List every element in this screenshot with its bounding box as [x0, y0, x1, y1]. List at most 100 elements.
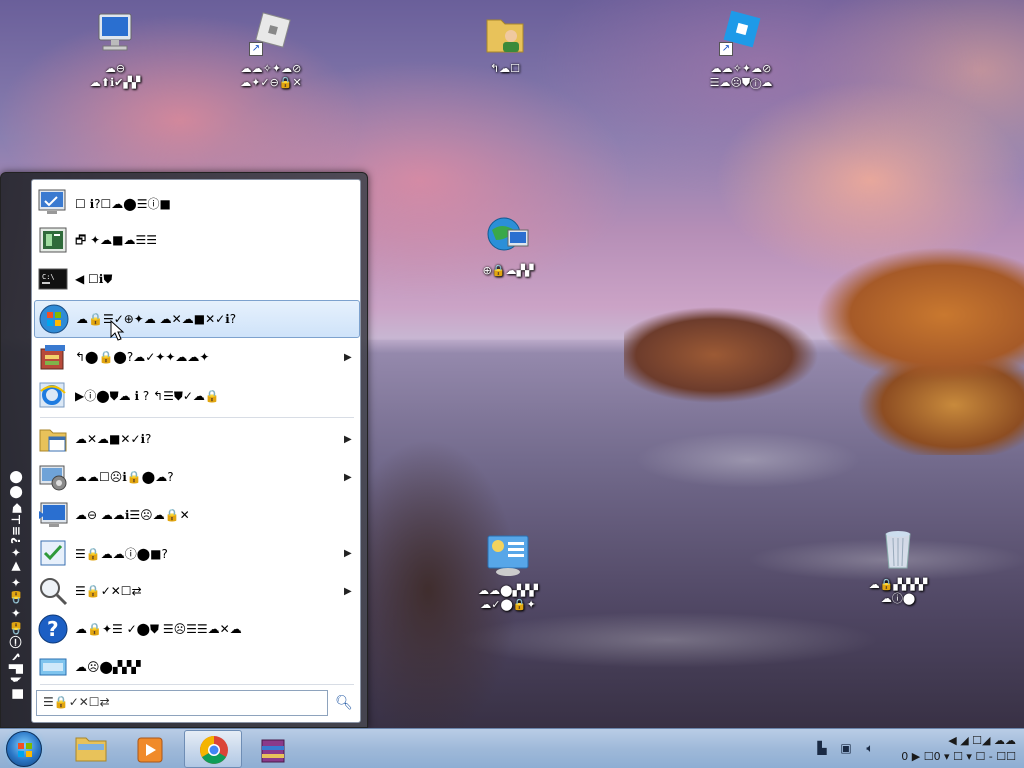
submenu-arrow-icon: ▶ — [344, 433, 352, 445]
remote-desktop-icon — [37, 499, 69, 531]
menu-item-label: ☐ ℹ?☐☁⬤☰ⓘ■ — [75, 196, 171, 211]
start-menu: ▆☁▟✔ⓘ🔒✦🔒✦▼✦?≡⊥⛊⬤⬤ ☐ ℹ?☐☁⬤☰ⓘ■ 🗗 ✦☁■☁☰☰ C:… — [0, 172, 368, 728]
menu-item-label: ◀ ☐ℹ⛊ — [75, 271, 113, 286]
menu-separator — [40, 684, 354, 685]
system-tray: ▙ ▣ 🔈︎ ◀ ◢ ☐◢ ☁☁ 0 ▶ ☐0 ▾ ☐ ▾ ☐ - ☐☐ — [784, 729, 1024, 768]
taskbar-app-media-player[interactable] — [122, 730, 180, 768]
mouse-cursor-icon — [110, 320, 125, 341]
menu-item-help[interactable]: ? ☁🔒✦☰ ✓⬤⛊ ☰☹☰☰☁✕☁ — [34, 610, 360, 648]
desktop-icon-label: ☁✓⬤🔒✦ — [480, 598, 536, 611]
taskbar-app-winrar[interactable] — [246, 730, 304, 768]
menu-item-label: ☰🔒✓✕☐⇄ — [75, 584, 142, 598]
menu-item-label: ☁🔒✦☰ ✓⬤⛊ ☰☹☰☰☁✕☁ — [75, 621, 242, 636]
menu-item-label: ☁⊖ ☁☁ℹ☰☹☁🔒✕ — [75, 508, 190, 522]
chrome-icon — [200, 736, 228, 764]
language-icon[interactable]: ▙ — [814, 741, 830, 757]
search-icon[interactable]: 🔍︎ — [332, 692, 356, 714]
run-icon — [37, 651, 69, 683]
desktop-icon-roblox-player[interactable]: ↗ ☁☁✧✦☁⊘ ☰☁☹⛊ⓘ☁ — [686, 10, 796, 90]
media-player-icon — [137, 737, 163, 763]
task-manager-icon — [37, 225, 69, 257]
menu-item-internet-explorer[interactable]: ▶ⓘ⬤⛊☁ ℹ ? ↰☰⛊✓☁🔒 — [34, 376, 360, 414]
submenu-arrow-icon: ▶ — [344, 547, 352, 559]
winrar-icon — [261, 739, 285, 763]
roblox-studio-icon: ↗ — [247, 10, 295, 58]
desktop-icon-label: ⊕🔒☁▞▞ — [482, 264, 534, 277]
menu-item-label: ↰⬤🔒⬤?☁✓✦✦☁☁✦ — [75, 350, 210, 364]
internet-explorer-icon — [37, 379, 69, 411]
monitor-check-icon — [37, 187, 69, 219]
recycle-bin-icon — [874, 526, 922, 574]
menu-item-search[interactable]: ☰🔒✓✕☐⇄ ▶ — [34, 572, 360, 610]
clock-date: 0 ▶ ☐0 ▾ ☐ ▾ ☐ - ☐☐ — [901, 750, 1016, 763]
menu-item-documents[interactable]: ☁✕☁■✕✓ℹ? ▶ — [34, 420, 360, 458]
desktop-icon-user-folder[interactable]: ↰☁☐ — [450, 10, 560, 76]
desktop-icon-label: ↰☁☐ — [489, 62, 521, 75]
user-folder-icon — [481, 10, 529, 58]
roblox-player-icon: ↗ — [717, 10, 765, 58]
menu-item-label: ☁✕☁■✕✓ℹ? — [75, 432, 152, 446]
menu-item-system-info[interactable]: ☐ ℹ?☐☁⬤☰ⓘ■ — [34, 184, 360, 222]
desktop-icon-computer[interactable]: ☁⊖ ☁⬆ℹ✔▞▞ — [60, 10, 170, 90]
taskbar-app-file-explorer[interactable] — [62, 730, 120, 768]
clock[interactable]: ◀ ◢ ☐◢ ☁☁ 0 ▶ ☐0 ▾ ☐ ▾ ☐ - ☐☐ — [876, 733, 1016, 765]
desktop-icon-roblox-studio[interactable]: ↗ ☁☁✧✦☁⊘ ☁✦✓⊖🔒✕ — [216, 10, 326, 90]
taskbar: ▙ ▣ 🔈︎ ◀ ◢ ☐◢ ☁☁ 0 ▶ ☐0 ▾ ☐ ▾ ☐ - ☐☐ — [0, 728, 1024, 768]
menu-item-settings[interactable]: ☁☁☐☹ℹ🔒⬤☁? ▶ — [34, 458, 360, 496]
menu-item-label: ▶ⓘ⬤⛊☁ ℹ ? ↰☰⛊✓☁🔒 — [75, 388, 220, 403]
folder-icon — [75, 737, 107, 762]
desktop-icon-label: ☁ⓘ⬤ — [880, 592, 916, 605]
calendar-folder-icon — [37, 423, 69, 455]
menu-item-tasks[interactable]: ☰🔒☁☁ⓘ⬤■? ▶ — [34, 534, 360, 572]
submenu-arrow-icon: ▶ — [344, 471, 352, 483]
svg-text:C:\: C:\ — [42, 273, 55, 281]
clock-time: ◀ ◢ ☐◢ ☁☁ — [948, 734, 1016, 747]
menu-item-command-prompt[interactable]: C:\ ◀ ☐ℹ⛊ — [34, 260, 360, 298]
command-prompt-icon: C:\ — [37, 263, 69, 295]
desktop-icon-recycle-bin[interactable]: ☁🔒▞▞▞▞ ☁ⓘ⬤ — [843, 526, 953, 606]
desktop-icon-label: ☁🔒▞▞▞▞ — [868, 578, 928, 591]
shortcut-arrow-icon: ↗ — [249, 42, 263, 56]
control-panel-icon — [484, 532, 532, 580]
submenu-arrow-icon: ▶ — [344, 585, 352, 597]
menu-item-remote-desktop[interactable]: ☁⊖ ☁☁ℹ☰☹☁🔒✕ — [34, 496, 360, 534]
start-button[interactable] — [6, 731, 42, 767]
taskbar-app-chrome[interactable] — [184, 730, 242, 768]
desktop-icon-label: ☁☁✧✦☁⊘ — [240, 62, 302, 75]
start-menu-panel: ☐ ℹ?☐☁⬤☰ⓘ■ 🗗 ✦☁■☁☰☰ C:\ ◀ ☐ℹ⛊ ☁🔒☰✓⊕✦☁ ☁✕… — [31, 179, 361, 723]
menu-item-programs[interactable]: ↰⬤🔒⬤?☁✓✦✦☁☁✦ ▶ — [34, 338, 360, 376]
computer-icon — [91, 10, 139, 58]
menu-item-label: ☰🔒☁☁ⓘ⬤■? — [75, 546, 168, 561]
control-settings-icon — [37, 461, 69, 493]
start-search-input[interactable]: ☰🔒✓✕☐⇄ — [36, 690, 328, 716]
windows-orb-icon — [38, 303, 70, 335]
start-menu-banner: ▆☁▟✔ⓘ🔒✦🔒✦▼✦?≡⊥⛊⬤⬤ — [3, 179, 31, 719]
desktop-icon-label: ☁☁✧✦☁⊘ — [710, 62, 772, 75]
network-status-icon[interactable]: ▣ — [838, 741, 854, 757]
magnifier-icon — [37, 575, 69, 607]
help-icon: ? — [37, 613, 69, 645]
menu-item-label: ☁☁☐☹ℹ🔒⬤☁? — [75, 470, 174, 484]
menu-item-windows-update[interactable]: ☁🔒☰✓⊕✦☁ ☁✕☁■✕✓ℹ? — [34, 300, 360, 338]
menu-item-label: ☁☹⬤▞▞▞ — [75, 660, 141, 674]
checklist-icon — [37, 537, 69, 569]
network-globe-icon — [484, 212, 532, 260]
wallpaper-cliff — [624, 165, 1024, 455]
menu-item-run[interactable]: ☁☹⬤▞▞▞ — [34, 648, 360, 686]
desktop-icon-label: ☁☁⬤▞▞▞ — [478, 584, 538, 597]
windows-logo-icon — [18, 743, 32, 757]
desktop-icon-label: ☁✦✓⊖🔒✕ — [240, 76, 302, 89]
desktop-icon-label: ☁⊖ — [104, 62, 126, 75]
desktop-icon-control-panel[interactable]: ☁☁⬤▞▞▞ ☁✓⬤🔒✦ — [453, 532, 563, 612]
svg-text:?: ? — [47, 617, 59, 641]
menu-item-task-manager[interactable]: 🗗 ✦☁■☁☰☰ — [34, 222, 360, 260]
start-menu-banner-text: ▆☁▟✔ⓘ🔒✦🔒✦▼✦?≡⊥⛊⬤⬤ — [9, 470, 23, 699]
desktop-icon-label: ☁⬆ℹ✔▞▞ — [89, 76, 141, 89]
desktop-icon-label: ☰☁☹⛊ⓘ☁ — [709, 76, 773, 89]
menu-separator — [40, 417, 354, 418]
desktop-icon-network[interactable]: ⊕🔒☁▞▞ — [453, 212, 563, 278]
shortcut-arrow-icon: ↗ — [719, 42, 733, 56]
menu-item-label: 🗗 ✦☁■☁☰☰ — [75, 232, 157, 247]
submenu-arrow-icon: ▶ — [344, 351, 352, 363]
programs-box-icon — [37, 341, 69, 373]
